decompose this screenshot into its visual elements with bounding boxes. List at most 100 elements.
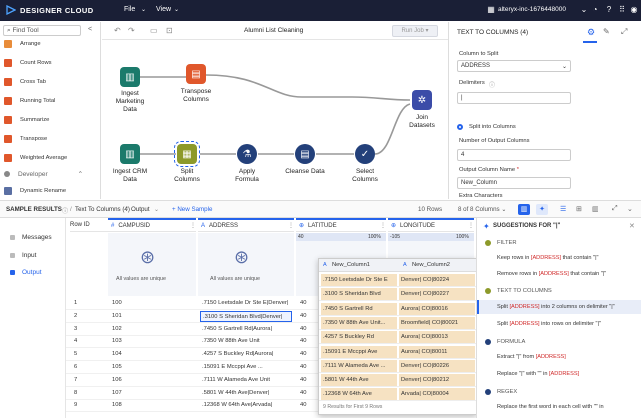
- campusid-cell[interactable]: 101: [110, 311, 194, 322]
- delimiter-input[interactable]: |: [457, 92, 571, 104]
- row-id-cell[interactable]: 6: [72, 362, 106, 373]
- column-header-longitude[interactable]: ⊕ LONGITUDE ⋮: [388, 218, 474, 232]
- tool-weighted-average[interactable]: Weighted Average: [4, 152, 67, 164]
- campusid-cell[interactable]: 103: [110, 336, 194, 347]
- campusid-cell[interactable]: 105: [110, 362, 194, 373]
- run-job-button[interactable]: Run Job ▾: [392, 25, 438, 37]
- address-cell[interactable]: .15091 E Mccppi Ave ...: [200, 362, 292, 373]
- rule-icon[interactable]: ✎: [603, 27, 610, 36]
- lock-icon[interactable]: ⊡: [166, 26, 173, 35]
- tool-count-rows[interactable]: Count Rows: [4, 57, 52, 69]
- address-cell[interactable]: .7350 W 88th Ave Unit: [200, 336, 292, 347]
- address-cell[interactable]: .3100 S Sheridan Blvd|Denver|: [200, 310, 292, 322]
- row-id-cell[interactable]: 8: [72, 388, 106, 399]
- collapse-icon[interactable]: ⌄: [627, 205, 633, 213]
- row-id-cell[interactable]: 1: [72, 298, 106, 309]
- column-menu-icon[interactable]: ⋮: [468, 222, 474, 229]
- column-header-campusid[interactable]: # CAMPUSID ⋮: [108, 218, 196, 232]
- column-header-address[interactable]: A ADDRESS ⋮: [198, 218, 294, 232]
- row-id-cell[interactable]: 4: [72, 336, 106, 347]
- latitude-cell[interactable]: 40: [298, 349, 318, 360]
- join-node[interactable]: ✲: [412, 90, 432, 110]
- row-id-cell[interactable]: 2: [72, 311, 106, 322]
- column-menu-icon[interactable]: ⋮: [380, 222, 386, 229]
- view-menu[interactable]: View: [156, 6, 171, 13]
- chart-view-icon[interactable]: ▥: [518, 204, 530, 215]
- expand-icon[interactable]: ⤢: [612, 205, 618, 213]
- suggestion-keep-rows[interactable]: Keep rows in [ADDRESS] that contain "|": [497, 255, 599, 261]
- new-sample-button[interactable]: + New Sample: [172, 206, 212, 213]
- account-name[interactable]: alteryx-inc-1676448000: [498, 6, 566, 13]
- column-count-select[interactable]: 8 of 8 Columns ⌄: [458, 206, 507, 213]
- nav-messages[interactable]: Messages: [10, 234, 52, 241]
- campusid-cell[interactable]: 108: [110, 400, 194, 411]
- campusid-cell[interactable]: 102: [110, 324, 194, 335]
- alteryx-logo-icon[interactable]: [6, 5, 16, 15]
- chevron-down-icon[interactable]: ⌄: [154, 206, 159, 213]
- breadcrumb-step[interactable]: Text To Columns (4): [75, 206, 130, 213]
- latitude-cell[interactable]: 40: [298, 375, 318, 386]
- address-cell[interactable]: .5801 W 44th Ave|Denver|: [200, 388, 292, 399]
- info-icon[interactable]: ⓘ: [489, 80, 495, 89]
- suggestion-remove-rows[interactable]: Remove rows in [ADDRESS] that contain "|…: [497, 271, 606, 277]
- expand-icon[interactable]: ⤢: [621, 27, 627, 37]
- info-icon[interactable]: ⓘ: [62, 206, 68, 215]
- ingest-marketing-node[interactable]: ▥: [120, 67, 140, 87]
- column-header-latitude[interactable]: ⊕ LATITUDE ⋮: [296, 218, 386, 232]
- settings-gear-icon[interactable]: ⚙: [587, 27, 595, 38]
- address-cell[interactable]: .4257 S Buckley Rd|Aurora|: [200, 349, 292, 360]
- lightbulb-icon[interactable]: ✦: [536, 204, 548, 215]
- apps-grid-icon[interactable]: ⠿: [617, 5, 627, 15]
- breadcrumb-output[interactable]: Output: [131, 206, 150, 213]
- comment-icon[interactable]: ▭: [150, 26, 158, 35]
- apply-formula-node[interactable]: ⚗: [237, 144, 257, 164]
- campusid-cell[interactable]: 107: [110, 388, 194, 399]
- campusid-cell[interactable]: 106: [110, 375, 194, 386]
- output-name-input[interactable]: New_Column: [457, 177, 571, 189]
- campusid-cell[interactable]: 104: [110, 349, 194, 360]
- file-menu[interactable]: File: [124, 6, 135, 13]
- latitude-cell[interactable]: 40: [298, 324, 318, 335]
- column-menu-icon[interactable]: ⋮: [288, 222, 294, 229]
- address-cell[interactable]: .7150 Leetsdale Dr Ste E|Denver|: [200, 298, 292, 309]
- suggestion-replace[interactable]: Replace "|" with "" in [ADDRESS]: [497, 371, 579, 377]
- recipe-name[interactable]: Alumni List Cleaning: [244, 27, 303, 34]
- latitude-cell[interactable]: 40: [298, 298, 318, 309]
- num-output-input[interactable]: 4: [457, 149, 571, 161]
- suggestion-regex-replace[interactable]: Replace the first word in each cell with…: [497, 404, 604, 410]
- row-id-cell[interactable]: 7: [72, 375, 106, 386]
- column-menu-icon[interactable]: ⋮: [190, 222, 196, 229]
- tool-summarize[interactable]: Summarize: [4, 114, 49, 126]
- tool-transpose[interactable]: Transpose: [4, 133, 47, 145]
- workflow-canvas[interactable]: ▥ Ingest Marketing Data ▤ Transpose Colu…: [102, 40, 448, 199]
- chevron-down-icon[interactable]: ⌄: [579, 5, 589, 15]
- user-avatar-icon[interactable]: ◉: [629, 5, 639, 15]
- tool-running-total[interactable]: Running Total: [4, 95, 55, 107]
- ingest-crm-node[interactable]: ▥: [120, 144, 140, 164]
- suggestion-split-rows[interactable]: Split [ADDRESS] into rows on delimiter "…: [497, 321, 601, 327]
- row-id-cell[interactable]: 3: [72, 324, 106, 335]
- suggestion-extract[interactable]: Extract "|" from [ADDRESS]: [497, 354, 566, 360]
- list-view-icon[interactable]: ☰: [560, 205, 566, 213]
- split-columns-node[interactable]: ▦: [174, 141, 200, 167]
- latitude-cell[interactable]: 40: [298, 311, 318, 322]
- transpose-node[interactable]: ▤: [186, 64, 206, 84]
- campusid-cell[interactable]: 100: [110, 298, 194, 309]
- close-icon[interactable]: ✕: [629, 222, 635, 230]
- account-icon[interactable]: ▦: [486, 5, 496, 15]
- row-id-cell[interactable]: 5: [72, 349, 106, 360]
- latitude-cell[interactable]: 40: [298, 336, 318, 347]
- column-to-split-select[interactable]: ADDRESS ⌄: [457, 60, 571, 72]
- column-view-icon[interactable]: ▥: [592, 205, 599, 213]
- tool-cross-tab[interactable]: Cross Tab: [4, 76, 46, 88]
- notification-icon[interactable]: ◔: [590, 5, 600, 15]
- nav-output[interactable]: Output: [10, 269, 42, 276]
- nav-input[interactable]: Input: [10, 252, 36, 259]
- cleanse-data-node[interactable]: ▤: [295, 144, 315, 164]
- redo-icon[interactable]: ↷: [128, 26, 135, 35]
- row-id-cell[interactable]: 9: [72, 400, 106, 411]
- split-into-columns-radio[interactable]: [457, 124, 463, 130]
- tool-arrange[interactable]: Arrange: [4, 38, 41, 50]
- select-columns-node[interactable]: ✓: [355, 144, 375, 164]
- section-developer[interactable]: Developer ⌃: [4, 170, 83, 178]
